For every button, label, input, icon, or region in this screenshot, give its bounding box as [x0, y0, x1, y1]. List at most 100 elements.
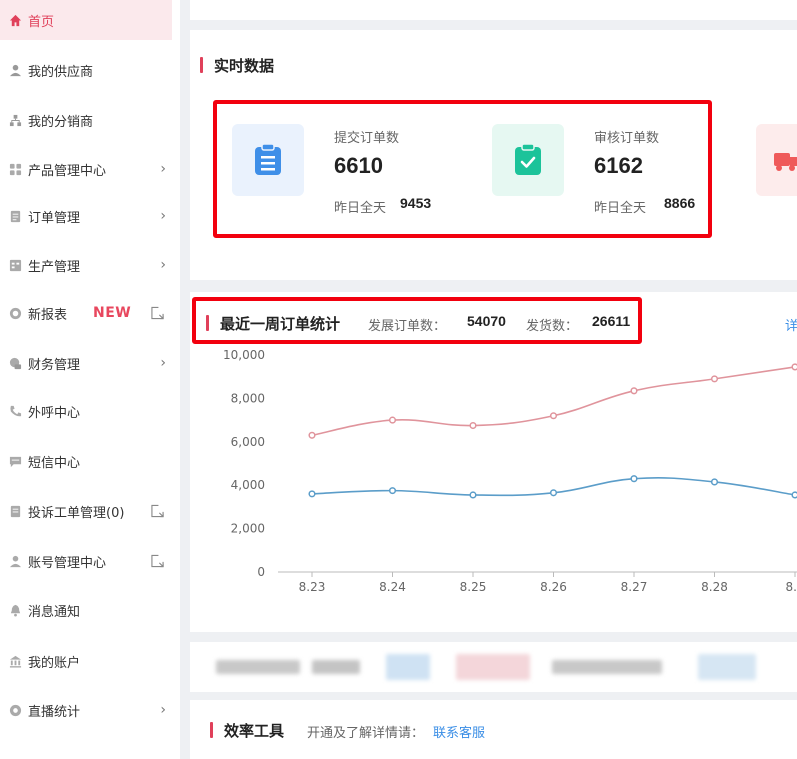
external-open-icon[interactable] [151, 306, 164, 320]
data-point[interactable] [308, 431, 316, 439]
external-open-icon[interactable] [151, 504, 164, 518]
sidebar-item-new-report[interactable]: 新报表 NEW [0, 295, 180, 331]
data-point[interactable] [791, 491, 797, 499]
y-tick-label: 4,000 [231, 478, 265, 492]
sidebar-item-my-account[interactable]: 我的账户 [0, 643, 180, 679]
y-tick-label: 0 [257, 565, 265, 579]
x-tick-label: 8.2 [785, 580, 797, 594]
data-point[interactable] [710, 375, 719, 383]
sidebar-item-label: 生产管理 [28, 259, 81, 275]
x-tick-label: 8.25 [460, 580, 487, 594]
top-card [190, 0, 797, 20]
weekly-highlight-box [192, 297, 642, 344]
sidebar-item-orders[interactable]: 订单管理 › [0, 198, 180, 234]
live-icon [8, 703, 22, 717]
data-point[interactable] [469, 491, 477, 499]
data-point[interactable] [630, 475, 638, 483]
x-tick-label: 8.26 [540, 580, 567, 594]
user-icon [8, 63, 22, 77]
data-point[interactable] [791, 363, 797, 371]
complaint-icon [8, 504, 22, 518]
sidebar-item-label: 财务管理 [28, 357, 81, 373]
sidebar-item-products[interactable]: 产品管理中心 › [0, 151, 180, 187]
sidebar-item-label: 外呼中心 [28, 405, 81, 421]
sidebar-item-label: 订单管理 [28, 210, 81, 226]
bell-icon [8, 603, 22, 617]
blurred-item [552, 660, 662, 674]
sidebar-item-label: 我的供应商 [28, 64, 94, 80]
sidebar-item-complaints[interactable]: 投诉工单管理(0) [0, 493, 180, 529]
section-marker [200, 57, 203, 73]
sidebar-item-production[interactable]: 生产管理 › [0, 247, 180, 283]
sidebar-item-accounts[interactable]: 账号管理中心 [0, 543, 180, 579]
org-icon [8, 113, 22, 127]
sidebar-item-label: 新报表 [28, 307, 68, 323]
x-tick-label: 8.24 [379, 580, 406, 594]
section-marker [210, 722, 213, 738]
sidebar-item-label: 首页 [28, 14, 55, 30]
sidebar-item-label: 账号管理中心 [28, 555, 107, 571]
sidebar-item-label: 我的账户 [28, 655, 81, 671]
data-point[interactable] [388, 487, 397, 495]
sidebar-item-label: 短信中心 [28, 455, 81, 471]
blurred-item [456, 654, 530, 680]
sidebar-item-notifications[interactable]: 消息通知 [0, 592, 180, 628]
truck-icon [774, 153, 797, 171]
factory-icon [8, 258, 22, 272]
sidebar-item-label: 投诉工单管理(0) [28, 505, 125, 521]
efficiency-hint: 开通及了解详情请： [307, 726, 425, 741]
x-tick-label: 8.28 [701, 580, 728, 594]
chevron-right-icon: › [160, 257, 166, 273]
chevron-right-icon: › [160, 208, 166, 224]
sidebar-item-finance[interactable]: 财务管理 › [0, 345, 180, 381]
blurred-item [312, 660, 360, 674]
data-point[interactable] [549, 412, 558, 420]
chevron-right-icon: › [160, 161, 166, 177]
sidebar: 首页 我的供应商 我的分销商 产品管理中心 › 订单管理 › 生产管理 › 新报… [0, 0, 180, 759]
sidebar-item-distributors[interactable]: 我的分销商 [0, 102, 180, 138]
sidebar-item-call-center[interactable]: 外呼中心 [0, 393, 180, 429]
sidebar-item-label: 消息通知 [28, 604, 81, 620]
realtime-card: 实时数据 提交订单数 6610 昨日全天 9453 审核订单数 6162 昨日全… [190, 30, 797, 280]
sidebar-item-sms[interactable]: 短信中心 [0, 443, 180, 479]
y-tick-label: 6,000 [231, 435, 265, 449]
weekly-orders-chart: 0 2,000 4,000 6,000 8,000 10,000 8.23 8.24 8.25 8… [223, 348, 797, 594]
sidebar-item-label: 产品管理中心 [28, 163, 107, 179]
y-tick-label: 10,000 [223, 348, 265, 362]
clipboard-icon [8, 209, 22, 223]
account-icon [8, 554, 22, 568]
sidebar-item-home[interactable]: 首页 [0, 0, 172, 40]
wallet-icon [8, 356, 22, 370]
home-icon [8, 13, 22, 27]
section-title: 效率工具 [224, 722, 285, 740]
data-point[interactable] [469, 421, 477, 430]
weekly-orders-card: 最近一周订单统计 发展订单数： 54070 发货数： 26611 详 0 2,00… [190, 292, 797, 632]
chevron-right-icon: › [160, 702, 166, 718]
blurred-item [386, 654, 430, 680]
detail-link[interactable]: 详 [785, 315, 797, 334]
sidebar-item-label: 直播统计 [28, 704, 81, 720]
message-icon [8, 454, 22, 468]
x-tick-label: 8.23 [299, 580, 326, 594]
contact-support-link[interactable]: 联系客服 [433, 722, 485, 741]
data-point[interactable] [630, 387, 638, 395]
y-tick-label: 8,000 [231, 391, 265, 405]
series-line-0 [311, 366, 796, 437]
data-point[interactable] [549, 489, 558, 497]
chevron-right-icon: › [160, 355, 166, 371]
sidebar-item-live-stats[interactable]: 直播统计 › [0, 692, 180, 728]
data-point[interactable] [710, 478, 719, 486]
data-point[interactable] [388, 416, 397, 424]
y-tick-label: 2,000 [231, 522, 265, 536]
realtime-highlight-box [213, 100, 712, 238]
section-title: 实时数据 [214, 57, 275, 75]
sidebar-item-label: 我的分销商 [28, 114, 94, 130]
data-point[interactable] [308, 490, 316, 498]
chart-icon [8, 306, 22, 320]
external-open-icon[interactable] [151, 554, 164, 568]
x-tick-label: 8.27 [621, 580, 648, 594]
sidebar-item-suppliers[interactable]: 我的供应商 [0, 52, 180, 88]
shipping-icon-box [756, 124, 797, 196]
phone-icon [8, 404, 22, 418]
grid-icon [8, 162, 22, 176]
